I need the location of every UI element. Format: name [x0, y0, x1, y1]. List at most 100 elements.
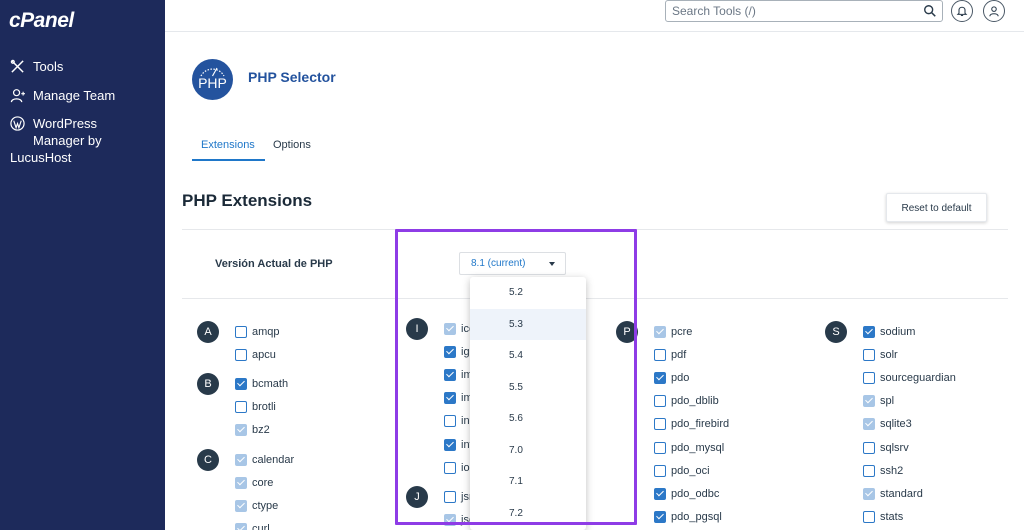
extension-item[interactable]: bz2 — [235, 422, 270, 438]
extension-checkbox[interactable] — [235, 424, 247, 437]
extension-label: pdo_mysql — [671, 441, 725, 454]
extension-checkbox[interactable] — [863, 372, 875, 385]
extension-item[interactable]: ctype — [235, 498, 278, 514]
search-icon[interactable] — [923, 4, 937, 18]
extension-checkbox[interactable] — [235, 522, 247, 530]
extension-label: pcre — [671, 326, 693, 338]
extension-item[interactable]: pdo_odbc — [654, 486, 719, 502]
tab-extensions[interactable]: Extensions — [201, 139, 255, 151]
extension-checkbox[interactable] — [654, 418, 666, 431]
extension-item[interactable]: pdo_mysql — [654, 440, 724, 456]
extension-checkbox[interactable] — [863, 487, 875, 500]
extension-checkbox[interactable] — [235, 349, 247, 362]
sidebar: cPanel Tools Manage Team WordPress Manag… — [0, 0, 165, 530]
extension-label: pdo_oci — [671, 464, 710, 477]
sidebar-item-label-continued: LucusHost — [10, 150, 72, 165]
extension-checkbox[interactable] — [654, 372, 666, 385]
extension-item[interactable]: pdo_oci — [654, 463, 710, 479]
reset-to-default-button[interactable]: Reset to default — [886, 193, 987, 222]
extension-item[interactable]: brotli — [235, 399, 276, 415]
extension-item[interactable]: pdo_pgsql — [654, 509, 722, 525]
section-title: PHP Extensions — [182, 191, 313, 210]
user-menu-button[interactable] — [983, 0, 1005, 22]
extension-label: curl — [252, 522, 270, 530]
extension-item[interactable]: core — [235, 475, 273, 491]
sidebar-item-label: Manage Team — [33, 88, 116, 103]
extension-checkbox[interactable] — [863, 395, 875, 408]
extension-checkbox[interactable] — [235, 476, 247, 489]
extension-label: stats — [880, 510, 904, 523]
extension-checkbox[interactable] — [863, 510, 875, 523]
sidebar-item-wordpress-manager[interactable]: WordPress Manager by — [10, 115, 102, 149]
letter-badge: A — [197, 321, 219, 343]
extension-checkbox[interactable] — [235, 453, 247, 466]
extension-label: sourceguardian — [880, 372, 956, 385]
extension-label: apcu — [252, 349, 276, 362]
wordpress-icon — [10, 116, 25, 131]
extension-item[interactable]: sqlsrv — [863, 440, 909, 456]
extension-label: standard — [880, 487, 923, 500]
extension-item[interactable]: pdo — [654, 370, 689, 386]
extension-label: spl — [880, 395, 895, 408]
extension-label: amqp — [252, 326, 280, 338]
extension-checkbox[interactable] — [863, 464, 875, 477]
extension-checkbox[interactable] — [654, 395, 666, 408]
extension-label: brotli — [252, 401, 276, 414]
extension-item[interactable]: standard — [863, 486, 923, 502]
php-selector-logo: PHP — [192, 59, 233, 100]
extension-item[interactable]: sourceguardian — [863, 370, 956, 386]
search-placeholder: Search Tools (/) — [672, 4, 756, 18]
sidebar-item-tools[interactable]: Tools — [10, 58, 63, 75]
extension-item[interactable]: pdo_firebird — [654, 416, 729, 432]
extension-label: pdo_pgsql — [671, 510, 722, 523]
search-input[interactable]: Search Tools (/) — [665, 0, 943, 22]
extension-checkbox[interactable] — [235, 499, 247, 512]
extension-item[interactable]: spl — [863, 393, 894, 409]
extension-label: ssh2 — [880, 464, 904, 477]
extension-label: pdo — [671, 372, 690, 385]
manage-team-icon — [10, 89, 25, 103]
extension-item[interactable]: apcu — [235, 347, 276, 363]
extension-checkbox[interactable] — [654, 349, 666, 362]
extension-item[interactable]: amqp — [235, 324, 280, 340]
sidebar-item-label: WordPress Manager by — [33, 116, 102, 148]
extension-checkbox[interactable] — [235, 326, 247, 338]
extension-item[interactable]: stats — [863, 509, 903, 525]
extension-item[interactable]: curl — [235, 521, 270, 530]
extension-item[interactable]: ssh2 — [863, 463, 903, 479]
extension-checkbox[interactable] — [235, 401, 247, 414]
sidebar-item-label: Tools — [33, 59, 64, 74]
extension-label: sqlite3 — [880, 418, 912, 431]
extension-item[interactable]: pcre — [654, 324, 692, 340]
extension-checkbox[interactable] — [863, 418, 875, 431]
cpanel-logo[interactable]: cPanel — [9, 9, 74, 33]
page-title: PHP Selector — [248, 69, 336, 85]
extension-checkbox[interactable] — [863, 349, 875, 362]
extension-item[interactable]: sodium — [863, 324, 915, 340]
extension-checkbox[interactable] — [863, 441, 875, 454]
sidebar-item-manage-team[interactable]: Manage Team — [10, 87, 115, 104]
extension-item[interactable]: calendar — [235, 452, 294, 468]
extension-checkbox[interactable] — [654, 464, 666, 477]
extension-label: pdo_dblib — [671, 395, 719, 408]
tab-options[interactable]: Options — [273, 139, 311, 151]
topbar: Search Tools (/) — [165, 0, 1024, 32]
extension-item[interactable]: pdf — [654, 347, 686, 363]
extension-checkbox[interactable] — [654, 326, 666, 338]
extension-item[interactable]: solr — [863, 347, 898, 363]
extension-item[interactable]: bcmath — [235, 376, 288, 392]
letter-badge: S — [825, 321, 847, 343]
notifications-button[interactable] — [951, 0, 973, 22]
extension-item[interactable]: sqlite3 — [863, 416, 912, 432]
letter-badge: B — [197, 373, 219, 396]
extension-checkbox[interactable] — [235, 378, 247, 391]
extension-label: pdo_odbc — [671, 487, 720, 500]
php-version-label: Versión Actual de PHP — [215, 258, 333, 270]
extension-checkbox[interactable] — [654, 487, 666, 500]
extension-checkbox[interactable] — [863, 326, 875, 338]
extension-item[interactable]: pdo_dblib — [654, 393, 719, 409]
extension-label: bcmath — [252, 378, 289, 391]
highlight-annotation-box — [395, 229, 637, 525]
extension-checkbox[interactable] — [654, 441, 666, 454]
extension-checkbox[interactable] — [654, 510, 666, 523]
